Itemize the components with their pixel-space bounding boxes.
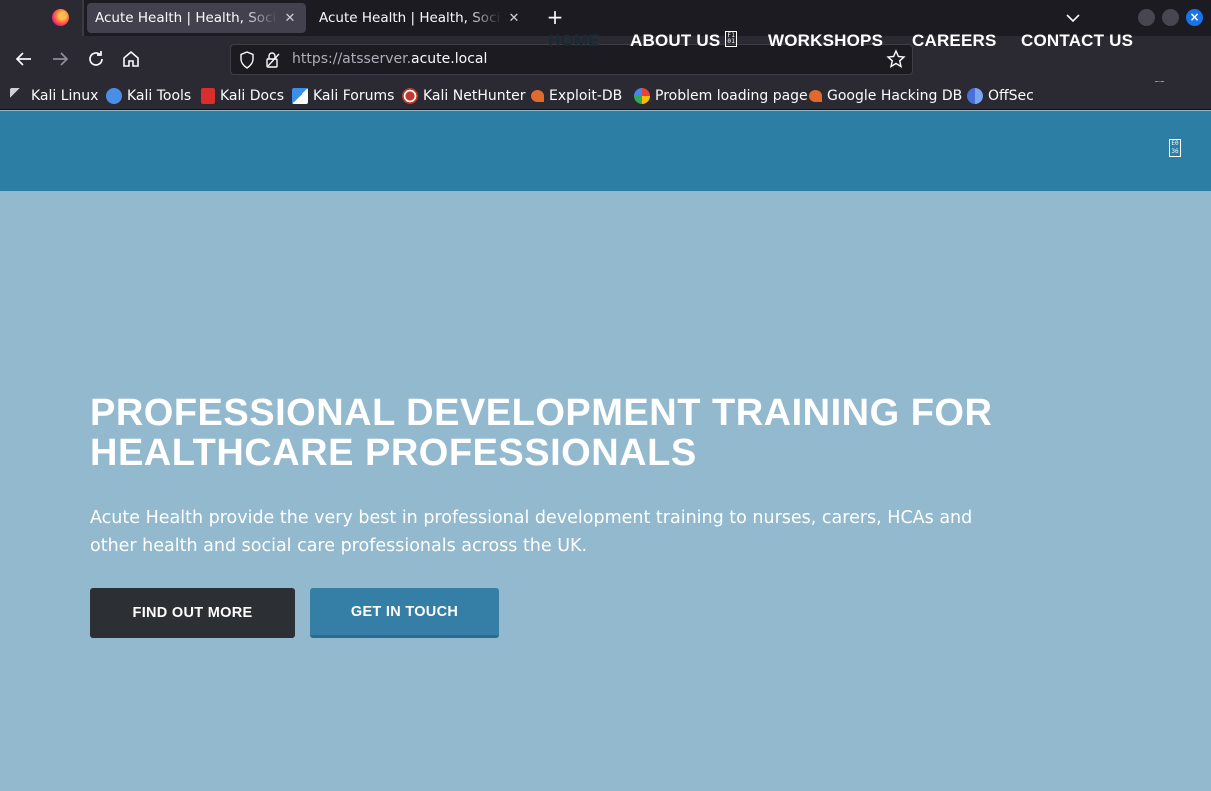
- bookmark-label: Kali Docs: [220, 88, 285, 104]
- tab-close-icon[interactable]: ✕: [506, 11, 522, 26]
- new-tab-button[interactable]: +: [545, 6, 565, 28]
- bookmark-label: Exploit-DB: [549, 88, 623, 104]
- bookmark-label: Problem loading page: [655, 88, 808, 104]
- bookmark-label: Kali Forums: [313, 88, 395, 104]
- tab-active[interactable]: Acute Health | Health, Social ✕: [87, 3, 306, 33]
- bookmark-kali-docs[interactable]: Kali Docs: [201, 86, 284, 106]
- tab-title: Acute Health | Health, Social: [95, 10, 278, 26]
- dropdown-arrow-icon: F1 01: [725, 31, 738, 47]
- kali-docs-icon: [201, 88, 215, 104]
- bookmark-label: Kali NetHunter: [423, 88, 526, 104]
- bookmark-kali-linux[interactable]: Kali Linux: [10, 86, 98, 106]
- hero-section: [0, 191, 1211, 791]
- bookmark-kali-forums[interactable]: Kali Forums: [292, 86, 394, 106]
- exploit-db-icon: [531, 90, 544, 102]
- bookmark-offsec[interactable]: OffSec: [967, 86, 1034, 106]
- tab-title: Acute Health | Health, Social: [319, 10, 502, 26]
- back-arrow-icon[interactable]: [12, 47, 36, 71]
- window-close-button[interactable]: ×: [1186, 9, 1203, 26]
- bookmark-google-hacking-db[interactable]: Google Hacking DB: [809, 86, 962, 106]
- bookmark-kali-nethunter[interactable]: Kali NetHunter: [402, 86, 525, 106]
- url-prefix: https://atsserver.: [292, 51, 412, 67]
- window-maximize-button[interactable]: [1162, 9, 1179, 26]
- bookmark-label: Kali Linux: [31, 88, 99, 104]
- nav-about-label: ABOUT US: [630, 31, 721, 50]
- nethunter-icon: [402, 88, 418, 104]
- chevron-down-icon[interactable]: [1064, 9, 1082, 27]
- nav-contact-us[interactable]: CONTACT US: [1021, 31, 1133, 51]
- bookmark-kali-tools[interactable]: Kali Tools: [106, 86, 191, 106]
- site-header: [0, 111, 1211, 191]
- bookmarks-toolbar: Kali Linux Kali Tools Kali Docs Kali For…: [0, 82, 1211, 110]
- google-icon: [634, 88, 650, 104]
- tracking-shield-icon[interactable]: [239, 51, 255, 69]
- url-domain: acute.local: [411, 51, 488, 67]
- kali-forums-icon: [292, 88, 308, 104]
- nav-about-us[interactable]: ABOUT US F1 01: [630, 31, 738, 51]
- tab-inactive[interactable]: Acute Health | Health, Social ✕: [311, 3, 530, 33]
- kali-dragon-icon: [10, 88, 26, 104]
- get-in-touch-button[interactable]: GET IN TOUCH: [310, 588, 499, 638]
- bookmark-label: OffSec: [988, 88, 1034, 104]
- bookmark-exploit-db[interactable]: Exploit-DB: [531, 86, 622, 106]
- bookmark-label: Google Hacking DB: [827, 88, 963, 104]
- reload-icon[interactable]: [84, 47, 108, 71]
- hero-title: PROFESSIONAL DEVELOPMENT TRAINING FOR HE…: [90, 392, 993, 474]
- lock-warning-icon[interactable]: [265, 51, 281, 69]
- nav-home[interactable]: HOME: [548, 31, 600, 51]
- kali-tools-icon: [106, 88, 122, 104]
- tab-close-icon[interactable]: ✕: [282, 11, 298, 26]
- bookmark-label: Kali Tools: [127, 88, 192, 104]
- firefox-logo-icon: [52, 9, 69, 26]
- window-minimize-button[interactable]: [1138, 9, 1155, 26]
- offsec-icon: [967, 88, 983, 104]
- bookmark-star-icon[interactable]: [886, 49, 906, 69]
- ghdb-icon: [809, 90, 822, 102]
- url-text[interactable]: https://atsserver.acute.local: [292, 51, 487, 67]
- nav-careers[interactable]: CAREERS: [912, 31, 997, 51]
- home-icon[interactable]: [119, 47, 143, 71]
- forward-arrow-icon[interactable]: [48, 47, 72, 71]
- bookmark-problem-loading[interactable]: Problem loading page: [634, 86, 808, 106]
- hero-description: Acute Health provide the very best in pr…: [90, 508, 973, 556]
- nav-workshops[interactable]: WORKSHOPS: [768, 31, 883, 51]
- firefox-menu-area[interactable]: [0, 0, 84, 36]
- find-out-more-button[interactable]: FIND OUT MORE: [90, 588, 295, 638]
- search-icon[interactable]: E0 36: [1169, 139, 1181, 157]
